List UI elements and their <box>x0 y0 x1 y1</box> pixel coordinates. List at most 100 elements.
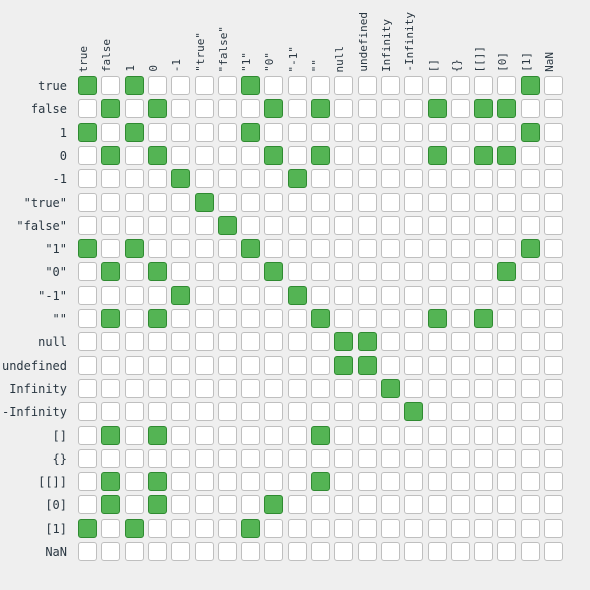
matrix-cell-equal[interactable] <box>264 99 284 119</box>
matrix-cell-not-equal[interactable] <box>520 215 540 235</box>
matrix-cell-equal[interactable] <box>404 402 424 422</box>
matrix-cell-not-equal[interactable] <box>241 472 261 492</box>
matrix-cell-not-equal[interactable] <box>171 355 191 375</box>
matrix-cell-not-equal[interactable] <box>124 332 144 352</box>
matrix-cell-not-equal[interactable] <box>520 332 540 352</box>
matrix-cell-not-equal[interactable] <box>357 76 377 95</box>
matrix-cell-not-equal[interactable] <box>124 285 144 305</box>
matrix-cell-not-equal[interactable] <box>101 215 121 235</box>
matrix-cell-not-equal[interactable] <box>171 518 191 538</box>
matrix-cell-not-equal[interactable] <box>450 285 470 305</box>
matrix-cell-not-equal[interactable] <box>380 425 400 445</box>
matrix-cell-not-equal[interactable] <box>124 542 144 561</box>
matrix-cell-not-equal[interactable] <box>171 448 191 468</box>
matrix-cell-not-equal[interactable] <box>357 472 377 492</box>
matrix-cell-not-equal[interactable] <box>147 239 167 259</box>
matrix-cell-not-equal[interactable] <box>497 122 517 142</box>
matrix-cell-not-equal[interactable] <box>311 239 330 259</box>
matrix-cell-not-equal[interactable] <box>474 215 494 235</box>
matrix-cell-not-equal[interactable] <box>427 472 447 492</box>
matrix-cell-not-equal[interactable] <box>217 145 237 165</box>
matrix-cell-not-equal[interactable] <box>287 122 307 142</box>
matrix-cell-not-equal[interactable] <box>334 495 354 515</box>
matrix-cell-not-equal[interactable] <box>78 425 97 445</box>
matrix-cell-not-equal[interactable] <box>357 192 377 212</box>
matrix-cell-not-equal[interactable] <box>334 378 354 398</box>
matrix-cell-not-equal[interactable] <box>427 332 447 352</box>
matrix-cell-not-equal[interactable] <box>380 215 400 235</box>
matrix-cell-not-equal[interactable] <box>78 309 97 328</box>
matrix-cell-not-equal[interactable] <box>474 332 494 352</box>
matrix-cell-not-equal[interactable] <box>334 76 354 95</box>
matrix-cell-not-equal[interactable] <box>474 518 494 538</box>
matrix-cell-not-equal[interactable] <box>474 122 494 142</box>
matrix-cell-not-equal[interactable] <box>217 285 237 305</box>
matrix-cell-not-equal[interactable] <box>357 402 377 422</box>
matrix-cell-not-equal[interactable] <box>404 378 424 398</box>
matrix-cell-not-equal[interactable] <box>124 309 144 328</box>
matrix-cell-not-equal[interactable] <box>287 448 307 468</box>
matrix-cell-not-equal[interactable] <box>334 99 354 119</box>
matrix-cell-not-equal[interactable] <box>217 425 237 445</box>
matrix-cell-not-equal[interactable] <box>287 495 307 515</box>
matrix-cell-not-equal[interactable] <box>264 192 284 212</box>
matrix-cell-not-equal[interactable] <box>520 285 540 305</box>
matrix-cell-not-equal[interactable] <box>217 402 237 422</box>
matrix-cell-not-equal[interactable] <box>404 355 424 375</box>
matrix-cell-not-equal[interactable] <box>147 215 167 235</box>
matrix-cell-not-equal[interactable] <box>404 145 424 165</box>
matrix-cell-not-equal[interactable] <box>194 262 214 282</box>
matrix-cell-not-equal[interactable] <box>124 495 144 515</box>
matrix-cell-not-equal[interactable] <box>78 192 97 212</box>
matrix-cell-not-equal[interactable] <box>404 332 424 352</box>
matrix-cell-equal[interactable] <box>497 145 517 165</box>
matrix-cell-not-equal[interactable] <box>147 332 167 352</box>
matrix-cell-not-equal[interactable] <box>311 122 330 142</box>
matrix-cell-not-equal[interactable] <box>450 76 470 95</box>
matrix-cell-not-equal[interactable] <box>78 262 97 282</box>
matrix-cell-not-equal[interactable] <box>544 402 563 422</box>
matrix-cell-not-equal[interactable] <box>241 402 261 422</box>
matrix-cell-not-equal[interactable] <box>264 542 284 561</box>
matrix-cell-not-equal[interactable] <box>217 169 237 189</box>
matrix-cell-not-equal[interactable] <box>497 495 517 515</box>
matrix-cell-not-equal[interactable] <box>544 76 563 95</box>
matrix-cell-equal[interactable] <box>78 76 97 95</box>
matrix-cell-not-equal[interactable] <box>78 472 97 492</box>
matrix-cell-equal[interactable] <box>124 122 144 142</box>
matrix-cell-not-equal[interactable] <box>217 122 237 142</box>
matrix-cell-not-equal[interactable] <box>241 448 261 468</box>
matrix-cell-not-equal[interactable] <box>520 448 540 468</box>
matrix-cell-not-equal[interactable] <box>241 495 261 515</box>
matrix-cell-equal[interactable] <box>334 355 354 375</box>
matrix-cell-equal[interactable] <box>124 239 144 259</box>
matrix-cell-not-equal[interactable] <box>171 378 191 398</box>
matrix-cell-not-equal[interactable] <box>101 192 121 212</box>
matrix-cell-not-equal[interactable] <box>544 122 563 142</box>
matrix-cell-equal[interactable] <box>171 169 191 189</box>
matrix-cell-not-equal[interactable] <box>404 262 424 282</box>
matrix-cell-not-equal[interactable] <box>264 355 284 375</box>
matrix-cell-not-equal[interactable] <box>264 76 284 95</box>
matrix-cell-equal[interactable] <box>101 99 121 119</box>
matrix-cell-not-equal[interactable] <box>544 169 563 189</box>
matrix-cell-not-equal[interactable] <box>450 215 470 235</box>
matrix-cell-not-equal[interactable] <box>194 285 214 305</box>
matrix-cell-not-equal[interactable] <box>380 332 400 352</box>
matrix-cell-not-equal[interactable] <box>497 448 517 468</box>
matrix-cell-not-equal[interactable] <box>264 518 284 538</box>
matrix-cell-not-equal[interactable] <box>380 76 400 95</box>
matrix-cell-not-equal[interactable] <box>404 239 424 259</box>
matrix-cell-not-equal[interactable] <box>217 332 237 352</box>
matrix-cell-not-equal[interactable] <box>194 495 214 515</box>
matrix-cell-not-equal[interactable] <box>334 215 354 235</box>
matrix-cell-not-equal[interactable] <box>427 262 447 282</box>
matrix-cell-not-equal[interactable] <box>497 518 517 538</box>
matrix-cell-not-equal[interactable] <box>404 425 424 445</box>
matrix-cell-equal[interactable] <box>217 215 237 235</box>
matrix-cell-equal[interactable] <box>78 518 97 538</box>
matrix-cell-not-equal[interactable] <box>241 285 261 305</box>
matrix-cell-not-equal[interactable] <box>380 542 400 561</box>
matrix-cell-not-equal[interactable] <box>217 472 237 492</box>
matrix-cell-not-equal[interactable] <box>427 542 447 561</box>
